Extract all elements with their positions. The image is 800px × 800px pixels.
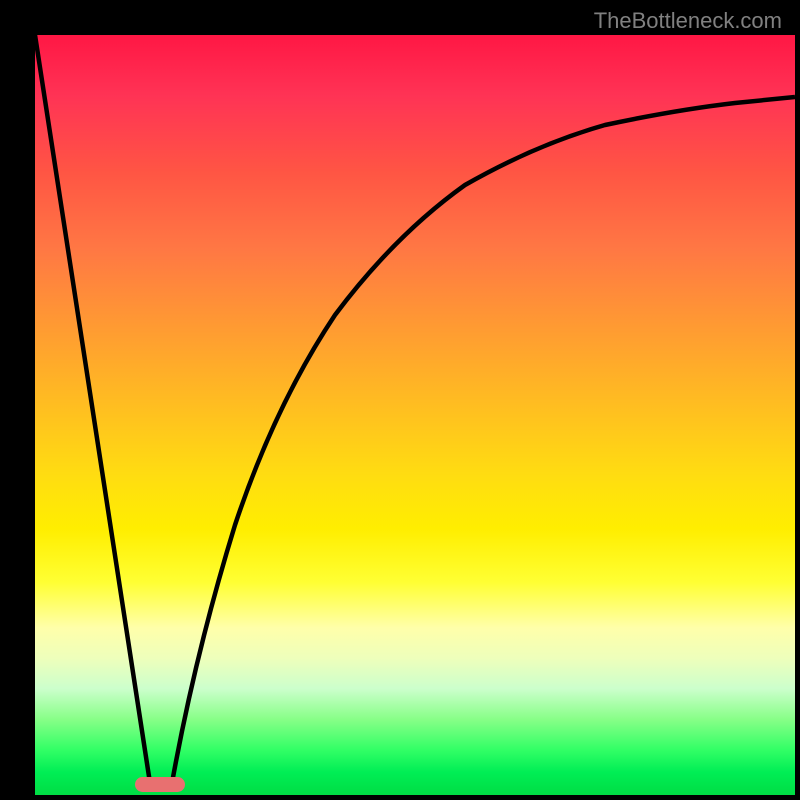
chart-svg bbox=[35, 35, 795, 795]
chart-area bbox=[35, 35, 795, 795]
watermark-text: TheBottleneck.com bbox=[594, 8, 782, 34]
bottleneck-marker bbox=[135, 777, 185, 792]
curve-path bbox=[35, 35, 795, 783]
